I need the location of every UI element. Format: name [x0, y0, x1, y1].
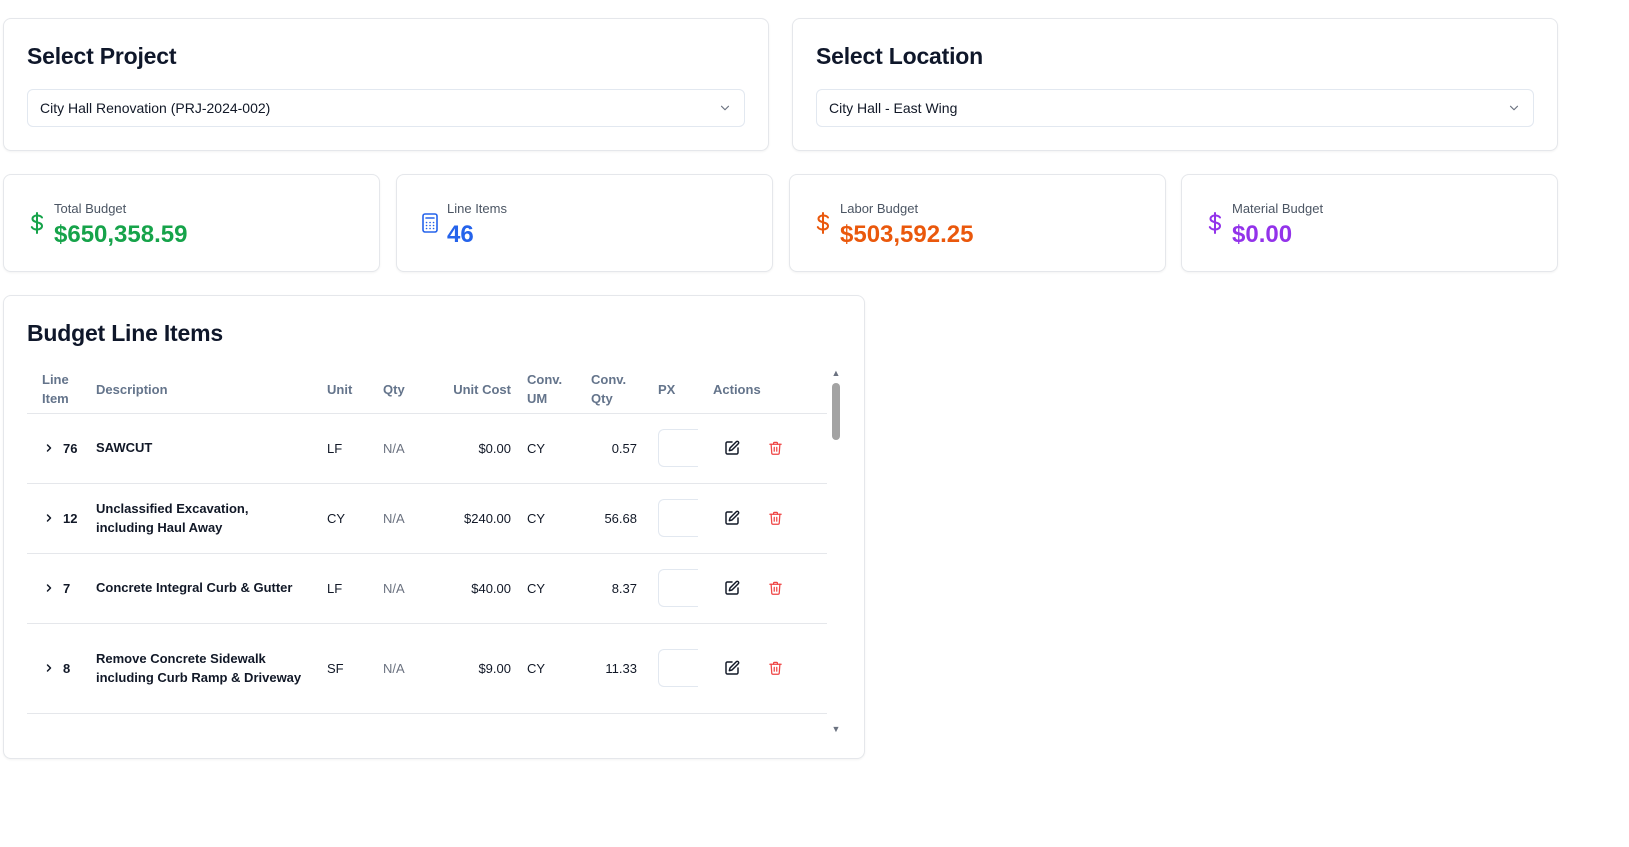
- row-unit-cost: $40.00: [439, 553, 527, 624]
- row-unit: LF: [327, 553, 383, 624]
- calculator-icon: [419, 211, 441, 235]
- chevron-right-icon[interactable]: [43, 582, 55, 594]
- px-input[interactable]: [658, 499, 698, 537]
- stat-card-line-items: Line Items 46: [396, 174, 773, 272]
- row-qty: N/A: [383, 413, 439, 484]
- chevron-right-icon[interactable]: [43, 442, 55, 454]
- project-dropdown-value: City Hall Renovation (PRJ-2024-002): [40, 100, 271, 116]
- line-item-number: 7: [63, 580, 71, 596]
- header-conv-qty: Conv. Qty: [591, 366, 658, 414]
- row-conv-qty: 8.37: [591, 553, 658, 624]
- stat-value: 46: [447, 221, 474, 248]
- px-input[interactable]: [658, 429, 698, 467]
- header-px: PX: [658, 366, 713, 414]
- header-unit-cost: Unit Cost: [439, 366, 527, 414]
- chevron-down-icon: [1509, 105, 1519, 111]
- stat-label: Line Items: [447, 201, 507, 216]
- table-row: 76 SAWCUT LF N/A $0.00 CY 0.57: [27, 413, 827, 484]
- stat-card-total-budget: Total Budget $650,358.59: [3, 174, 380, 272]
- location-dropdown[interactable]: City Hall - East Wing: [816, 89, 1534, 127]
- stat-value: $0.00: [1232, 221, 1293, 248]
- stat-card-material-budget: Material Budget $0.00: [1181, 174, 1558, 272]
- row-description: Unclassified Excavation, including Haul …: [96, 483, 327, 554]
- line-item-number: 8: [63, 660, 71, 676]
- row-qty: N/A: [383, 553, 439, 624]
- header-description: Description: [96, 366, 327, 414]
- dollar-icon: [812, 211, 834, 235]
- row-conv-um: CY: [527, 623, 591, 714]
- chevron-right-icon[interactable]: [43, 512, 55, 524]
- scroll-down-arrow-icon[interactable]: ▼: [830, 724, 842, 734]
- scroll-up-arrow-icon[interactable]: ▲: [830, 368, 842, 378]
- edit-icon[interactable]: [722, 508, 742, 528]
- stat-label: Material Budget: [1232, 201, 1324, 216]
- row-unit-cost: $9.00: [439, 623, 527, 714]
- stat-label: Total Budget: [54, 201, 127, 216]
- delete-icon[interactable]: [766, 658, 786, 678]
- table-row: 12 Unclassified Excavation, including Ha…: [27, 483, 827, 554]
- row-conv-qty: 56.68: [591, 483, 658, 554]
- row-conv-qty: 11.33: [591, 623, 658, 714]
- header-qty: Qty: [383, 366, 439, 414]
- row-unit-cost: $0.00: [439, 413, 527, 484]
- stat-label: Labor Budget: [840, 201, 919, 216]
- row-conv-um: CY: [527, 483, 591, 554]
- row-qty: N/A: [383, 483, 439, 554]
- px-input[interactable]: [658, 649, 698, 687]
- line-item-number: 12: [63, 510, 78, 526]
- row-conv-um: CY: [527, 413, 591, 484]
- scroll-thumb[interactable]: [832, 383, 840, 440]
- stat-value: $650,358.59: [54, 221, 188, 248]
- chevron-right-icon[interactable]: [43, 662, 55, 674]
- location-select-card: Select Location City Hall - East Wing: [792, 18, 1558, 151]
- row-description: Remove Concrete Sidewalk including Curb …: [96, 623, 327, 714]
- row-unit: CY: [327, 483, 383, 554]
- stat-card-labor-budget: Labor Budget $503,592.25: [789, 174, 1166, 272]
- project-dropdown[interactable]: City Hall Renovation (PRJ-2024-002): [27, 89, 745, 127]
- chevron-down-icon: [720, 105, 730, 111]
- project-select-title: Select Project: [27, 43, 177, 69]
- row-unit-cost: $240.00: [439, 483, 527, 554]
- delete-icon[interactable]: [766, 508, 786, 528]
- table-row: 7 Concrete Integral Curb & Gutter LF N/A…: [27, 553, 827, 624]
- row-description: Concrete Integral Curb & Gutter: [96, 553, 327, 624]
- header-actions: Actions: [713, 366, 827, 414]
- location-select-title: Select Location: [816, 43, 983, 69]
- row-description: SAWCUT: [96, 413, 327, 484]
- header-line-item: Line Item: [27, 366, 96, 414]
- edit-icon[interactable]: [722, 438, 742, 458]
- row-unit: LF: [327, 413, 383, 484]
- budget-table: Line Item Description Unit Qty Unit Cost…: [27, 366, 827, 734]
- table-row: [27, 713, 827, 734]
- table-header-row: Line Item Description Unit Qty Unit Cost…: [27, 366, 827, 414]
- stat-value: $503,592.25: [840, 221, 974, 248]
- row-qty: N/A: [383, 623, 439, 714]
- budget-line-items-title: Budget Line Items: [27, 320, 223, 346]
- dollar-icon: [26, 211, 48, 235]
- row-unit: SF: [327, 623, 383, 714]
- dollar-icon: [1204, 211, 1226, 235]
- table-row: 8 Remove Concrete Sidewalk including Cur…: [27, 623, 827, 714]
- edit-icon[interactable]: [722, 578, 742, 598]
- header-unit: Unit: [327, 366, 383, 414]
- budget-line-items-card: Budget Line Items Line Item Description …: [3, 295, 865, 759]
- table-scrollbar[interactable]: ▲ ▼: [830, 366, 842, 736]
- edit-icon[interactable]: [722, 658, 742, 678]
- row-conv-um: CY: [527, 553, 591, 624]
- px-input[interactable]: [658, 569, 698, 607]
- row-conv-qty: 0.57: [591, 413, 658, 484]
- delete-icon[interactable]: [766, 438, 786, 458]
- project-select-card: Select Project City Hall Renovation (PRJ…: [3, 18, 769, 151]
- line-item-number: 76: [63, 440, 78, 456]
- delete-icon[interactable]: [766, 578, 786, 598]
- header-conv-um: Conv. UM: [527, 366, 591, 414]
- location-dropdown-value: City Hall - East Wing: [829, 100, 958, 116]
- budget-table-scroll-area[interactable]: Line Item Description Unit Qty Unit Cost…: [27, 366, 827, 734]
